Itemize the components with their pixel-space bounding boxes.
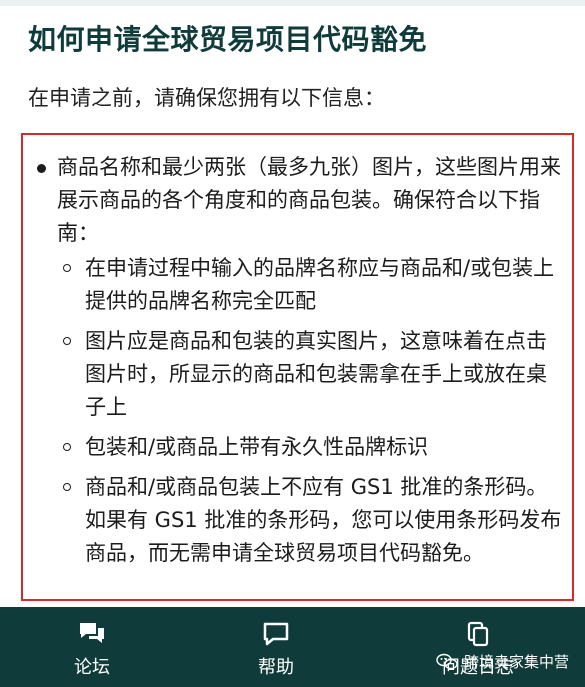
guideline-text: 商品和/或商品包装上不应有 GS1 批准的条形码。如果有 GS1 批准的条形码，…	[85, 475, 562, 565]
circle-bullet-icon	[63, 443, 71, 451]
guideline-text: 在申请过程中输入的品牌名称应与商品和/或包装上提供的品牌名称完全匹配	[85, 256, 555, 313]
list-item: 商品名称和最少两张（最多九张）图片，这些图片用来展示商品的各个角度和的商品包装。…	[37, 151, 562, 570]
top-divider	[0, 0, 585, 6]
intro-text: 在申请之前，请确保您拥有以下信息：	[28, 86, 385, 110]
bottom-nav-bar: 论坛 帮助 问题日志 跨境卖家集中营	[0, 607, 585, 687]
watermark-text: 跨境卖家集中营	[463, 653, 569, 671]
nav-forum-label: 论坛	[74, 657, 110, 678]
nav-help-label: 帮助	[258, 657, 294, 678]
list-item: 图片应是商品和包装的真实图片，这意味着在点击图片时，所显示的商品和包装需拿在手上…	[57, 325, 562, 424]
circle-bullet-icon	[63, 483, 71, 491]
copy-icon	[467, 621, 489, 647]
list-item: 包装和/或商品上带有永久性品牌标识	[57, 431, 562, 464]
nav-forum-button[interactable]: 论坛	[52, 621, 132, 679]
guidelines-list: 在申请过程中输入的品牌名称应与商品和/或包装上提供的品牌名称完全匹配 图片应是商…	[57, 252, 562, 570]
requirements-list: 商品名称和最少两张（最多九张）图片，这些图片用来展示商品的各个角度和的商品包装。…	[37, 151, 562, 577]
circle-bullet-icon	[63, 264, 71, 272]
chat-bubbles-icon	[80, 623, 104, 643]
wechat-icon	[436, 653, 458, 669]
page-title: 如何申请全球贸易项目代码豁免	[28, 23, 428, 56]
main-requirement-text: 商品名称和最少两张（最多九张）图片，这些图片用来展示商品的各个角度和的商品包装。…	[57, 155, 561, 245]
bullet-icon	[37, 164, 46, 173]
guideline-text: 包装和/或商品上带有永久性品牌标识	[85, 435, 429, 459]
highlight-box: 商品名称和最少两张（最多九张）图片，这些图片用来展示商品的各个角度和的商品包装。…	[21, 133, 574, 601]
circle-bullet-icon	[63, 337, 71, 345]
nav-help-button[interactable]: 帮助	[236, 621, 316, 679]
speech-bubble-icon	[263, 622, 289, 646]
guideline-text: 图片应是商品和包装的真实图片，这意味着在点击图片时，所显示的商品和包装需拿在手上…	[85, 329, 547, 419]
watermark: 跨境卖家集中营	[436, 651, 569, 672]
list-item: 在申请过程中输入的品牌名称应与商品和/或包装上提供的品牌名称完全匹配	[57, 252, 562, 318]
page: 如何申请全球贸易项目代码豁免 在申请之前，请确保您拥有以下信息： 商品名称和最少…	[0, 0, 585, 687]
list-item: 商品和/或商品包装上不应有 GS1 批准的条形码。如果有 GS1 批准的条形码，…	[57, 471, 562, 570]
